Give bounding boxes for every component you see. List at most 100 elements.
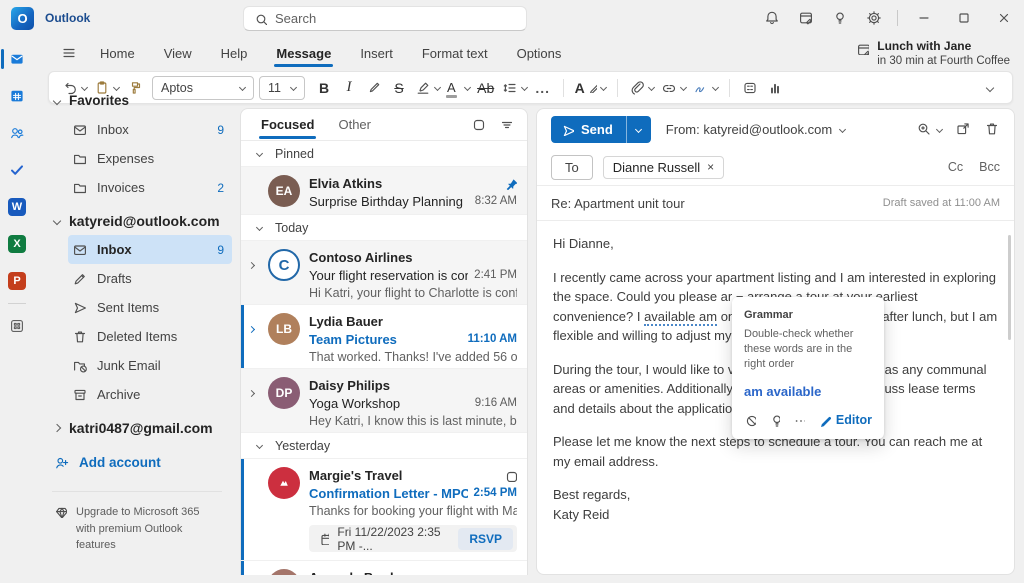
attach-file-button[interactable] bbox=[626, 75, 657, 101]
rail-more-apps-button[interactable] bbox=[0, 315, 34, 337]
rail-powerpoint-button[interactable]: P bbox=[0, 270, 34, 292]
folder-pane-toggle-button[interactable] bbox=[54, 39, 84, 67]
folder-inbox-selected[interactable]: Inbox 9 bbox=[68, 235, 232, 264]
from-selector[interactable]: From: katyreid@outlook.com bbox=[666, 122, 845, 137]
open-in-new-window-icon[interactable] bbox=[955, 121, 971, 137]
rail-people-button[interactable] bbox=[0, 122, 34, 144]
message-item-margies-travel[interactable]: Margie's Travel Confirmation Letter - MP… bbox=[241, 459, 527, 561]
styles-button[interactable]: A bbox=[572, 75, 609, 101]
tab-help[interactable]: Help bbox=[219, 40, 250, 67]
rail-mail-button[interactable] bbox=[0, 48, 34, 70]
folder-label: Sent Items bbox=[97, 300, 159, 315]
italic-button[interactable]: I bbox=[337, 75, 361, 101]
group-collapse-chevron bbox=[256, 150, 263, 157]
folder-drafts[interactable]: Drafts bbox=[68, 264, 232, 293]
tab-home[interactable]: Home bbox=[98, 40, 137, 67]
account-gmail-header[interactable]: katri0487@gmail.com bbox=[50, 413, 232, 442]
bcc-button[interactable]: Bcc bbox=[979, 160, 1000, 174]
add-account-button[interactable]: Add account bbox=[50, 448, 232, 477]
tab-insert[interactable]: Insert bbox=[358, 40, 395, 67]
rsvp-button[interactable]: RSVP bbox=[458, 528, 513, 550]
message-item-contoso-airlines[interactable]: C Contoso Airlines Your flight reservati… bbox=[241, 241, 527, 305]
line-spacing-button[interactable] bbox=[499, 75, 530, 101]
highlight-chevron bbox=[434, 84, 441, 91]
rail-todo-button[interactable] bbox=[0, 159, 34, 181]
calendar-reminder[interactable]: Lunch with Jane in 30 min at Fourth Coff… bbox=[856, 39, 1010, 68]
my-day-button[interactable] bbox=[789, 0, 823, 36]
insert-link-button[interactable] bbox=[658, 75, 689, 101]
tab-message[interactable]: Message bbox=[274, 40, 333, 67]
to-button[interactable]: To bbox=[551, 155, 593, 180]
group-header-today[interactable]: Today bbox=[241, 215, 527, 241]
minimize-button[interactable] bbox=[904, 0, 944, 36]
expand-conversation-chevron[interactable] bbox=[248, 326, 255, 333]
toolbar-divider bbox=[617, 79, 618, 97]
notifications-button[interactable] bbox=[755, 0, 789, 36]
favorite-expenses[interactable]: Expenses bbox=[68, 144, 232, 173]
font-color-button[interactable]: A bbox=[444, 75, 473, 101]
search-input[interactable]: Search bbox=[243, 6, 527, 31]
favorites-section-header[interactable]: Favorites bbox=[50, 86, 232, 115]
maximize-button[interactable] bbox=[944, 0, 984, 36]
remove-recipient-icon[interactable]: × bbox=[707, 160, 714, 174]
subject-field[interactable]: Re: Apartment unit tour bbox=[551, 196, 685, 211]
recipient-pill[interactable]: Dianne Russell × bbox=[603, 156, 724, 179]
folder-deleted-items[interactable]: Deleted Items bbox=[68, 322, 232, 351]
expand-conversation-chevron[interactable] bbox=[248, 390, 255, 397]
tips-button[interactable] bbox=[823, 0, 857, 36]
clear-formatting-button[interactable]: Ab bbox=[474, 75, 498, 101]
more-formatting-button[interactable]: ... bbox=[531, 75, 555, 101]
loop-component-button[interactable] bbox=[738, 75, 762, 101]
grammar-flagged-text[interactable]: available am bbox=[644, 309, 717, 326]
message-item-daisy-philips[interactable]: DP Daisy Philips Yoga Workshop 9:16 AM H… bbox=[241, 369, 527, 433]
group-header-yesterday[interactable]: Yesterday bbox=[241, 433, 527, 459]
message-item-lydia-bauer[interactable]: LB Lydia Bauer Team Pictures 11:10 AM Th… bbox=[241, 305, 527, 369]
strikethrough-button[interactable]: S bbox=[387, 75, 411, 101]
highlight-button[interactable] bbox=[412, 75, 443, 101]
favorite-inbox[interactable]: Inbox 9 bbox=[68, 115, 232, 144]
folder-junk-email[interactable]: Junk Email bbox=[68, 351, 232, 380]
tab-other[interactable]: Other bbox=[336, 110, 373, 139]
favorite-invoices[interactable]: Invoices 2 bbox=[68, 173, 232, 202]
account-email: katyreid@outlook.com bbox=[69, 213, 220, 229]
grammar-suggestion-link[interactable]: am available bbox=[744, 382, 872, 402]
select-messages-icon[interactable] bbox=[471, 117, 487, 133]
close-button[interactable] bbox=[984, 0, 1024, 36]
toolbar-overflow-button[interactable] bbox=[978, 75, 1002, 101]
discard-draft-icon[interactable] bbox=[984, 121, 1000, 137]
signature-button[interactable] bbox=[690, 75, 721, 101]
folder-archive[interactable]: Archive bbox=[68, 380, 232, 409]
account-outlook-header[interactable]: katyreid@outlook.com bbox=[50, 206, 232, 235]
font-size-select[interactable]: 11 bbox=[259, 76, 305, 100]
draw-pen-button[interactable] bbox=[362, 75, 386, 101]
send-split-button[interactable]: Send bbox=[551, 116, 651, 143]
insert-chart-button[interactable] bbox=[763, 75, 787, 101]
open-editor-button[interactable]: Editor bbox=[818, 411, 872, 430]
bold-button[interactable]: B bbox=[312, 75, 336, 101]
message-item-elvia-atkins[interactable]: EA Elvia Atkins Surprise Birthday Planni… bbox=[241, 167, 527, 215]
more-suggestion-options-icon[interactable] bbox=[793, 413, 805, 429]
cc-button[interactable]: Cc bbox=[948, 160, 963, 174]
ignore-suggestion-icon[interactable] bbox=[744, 413, 756, 429]
tab-focused[interactable]: Focused bbox=[259, 110, 316, 139]
suggestion-lightbulb-icon[interactable] bbox=[769, 413, 781, 429]
message-item-amanda-brady[interactable]: AB Amanda Brady Apartment Parking Spot O… bbox=[241, 561, 527, 575]
folder-sent-items[interactable]: Sent Items bbox=[68, 293, 232, 322]
send-options-button[interactable] bbox=[626, 116, 651, 143]
filter-icon[interactable] bbox=[499, 117, 515, 133]
tab-view[interactable]: View bbox=[162, 40, 194, 67]
rail-calendar-button[interactable] bbox=[0, 85, 34, 107]
group-header-pinned[interactable]: Pinned bbox=[241, 141, 527, 167]
upgrade-promo[interactable]: Upgrade to Microsoft 365 with premium Ou… bbox=[50, 504, 232, 554]
clear-formatting-icon: Ab bbox=[477, 80, 494, 96]
rail-excel-button[interactable]: X bbox=[0, 233, 34, 255]
message-body-editor[interactable]: Hi Dianne, I recently came across your a… bbox=[537, 221, 1014, 537]
body-scrollbar[interactable] bbox=[1008, 235, 1011, 340]
settings-button[interactable] bbox=[857, 0, 891, 36]
zoom-button[interactable] bbox=[916, 121, 942, 137]
tab-options[interactable]: Options bbox=[515, 40, 564, 67]
tab-format-text[interactable]: Format text bbox=[420, 40, 490, 67]
inbox-icon bbox=[72, 122, 88, 138]
expand-conversation-chevron[interactable] bbox=[248, 262, 255, 269]
rail-word-button[interactable]: W bbox=[0, 196, 34, 218]
